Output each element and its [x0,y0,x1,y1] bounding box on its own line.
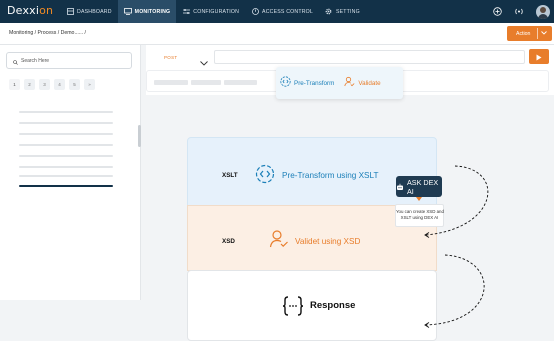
code-circle-icon [280,74,291,92]
action-button-label: Action [516,30,531,37]
nav-dashboard[interactable]: DASHBOARD [60,0,118,23]
chevron-down-icon [541,30,547,37]
topbar-actions [486,0,554,23]
app-logo[interactable]: Dexxion [7,4,53,17]
broadcast-icon[interactable] [514,7,524,17]
xslt-label: XSLT [222,172,238,179]
action-divider [537,28,538,39]
chevron-down-icon[interactable] [200,53,208,71]
flow-tabs-card: Pre-Transform Validate [276,67,403,99]
breadcrumb-bar: Monitoring / Process / Demo...... / Acti… [0,23,554,45]
nav-setting-label: SETTING [335,8,360,15]
nav-monitoring[interactable]: MONITORING [117,0,177,23]
list-item[interactable] [19,166,113,168]
nav-access-control[interactable]: ACCESS CONTROL [245,0,319,23]
page-next[interactable]: » [84,79,95,90]
sliders-icon [182,8,190,15]
search-input[interactable]: Search Here [6,52,132,69]
xsd-title: Validet using XSD [295,237,361,246]
page-1[interactable]: 1 [9,79,20,90]
page-3[interactable]: 3 [39,79,50,90]
user-check-icon [344,74,355,92]
ask-dex-ai-label: ASK DEX AI [407,177,439,196]
page-5[interactable]: 5 [69,79,80,90]
nav-access-control-label: ACCESS CONTROL [262,8,313,15]
method-label[interactable]: POST [164,55,177,60]
logo-text-mid: xi [29,4,40,17]
list-item-selected[interactable] [19,185,113,187]
play-icon [536,48,542,66]
list-item[interactable] [19,155,113,157]
nav-monitoring-label: MONITORING [134,8,171,15]
nav-configuration[interactable]: CONFIGURATION [176,0,245,23]
nav-configuration-label: CONFIGURATION [193,8,240,15]
tab-placeholder[interactable] [191,80,221,85]
dashboard-icon [66,8,74,15]
tab-placeholder[interactable] [224,80,257,85]
list-item[interactable] [19,111,113,113]
list-item[interactable] [19,144,113,146]
list-item[interactable] [19,133,113,135]
page-4[interactable]: 4 [54,79,65,90]
xsd-label: XSD [222,238,235,245]
ask-dex-ai-button[interactable]: ASK DEX AI [396,176,442,201]
nav-dashboard-label: DASHBOARD [77,8,112,15]
pagination: 1 2 3 4 5 » [9,79,99,90]
send-button[interactable] [529,49,549,64]
list-item[interactable] [19,122,113,124]
sidebar-scrollbar[interactable] [138,125,141,147]
braces-icon [281,294,305,323]
url-input[interactable] [214,50,525,64]
ask-dex-ai-tooltip: You can create XSD and XSLT using DEX AI [395,204,444,227]
action-button[interactable]: Action [507,26,552,41]
gear-icon [325,8,333,15]
user-avatar[interactable] [536,4,550,19]
tab-placeholder[interactable] [154,80,188,85]
xslt-title: Pre-Transform using XSLT [282,171,379,180]
add-circle-icon[interactable] [492,7,502,17]
logo-text-accent: on [39,4,54,17]
tab-validate[interactable]: Validate [358,80,380,87]
monitor-icon [123,8,132,15]
robot-icon [396,183,404,191]
search-placeholder: Search Here [21,57,50,64]
search-icon [13,52,18,70]
top-navbar: Dexxion DASHBOARD MONITORING CONFIGURATI… [0,0,554,23]
main-nav: DASHBOARD MONITORING CONFIGURATION ACCES… [60,0,366,23]
access-icon [251,8,259,15]
list-item[interactable] [19,175,113,177]
tooltip-pointer [416,197,422,201]
code-circle-icon [255,164,275,189]
request-panel: POST Pre-Transform Validate [146,45,554,99]
user-check-icon [269,229,289,254]
logo-text: Dex [7,4,30,17]
response-title: Response [310,300,356,311]
response-step[interactable]: Response [187,270,437,341]
left-sidebar: Search Here 1 2 3 4 5 » [0,45,141,300]
page-2[interactable]: 2 [24,79,35,90]
tooltip-line-2: XSLT using DEX AI [400,215,439,220]
tab-pre-transform[interactable]: Pre-Transform [294,80,334,87]
nav-setting[interactable]: SETTING [319,0,366,23]
breadcrumb[interactable]: Monitoring / Process / Demo...... / [9,30,86,36]
